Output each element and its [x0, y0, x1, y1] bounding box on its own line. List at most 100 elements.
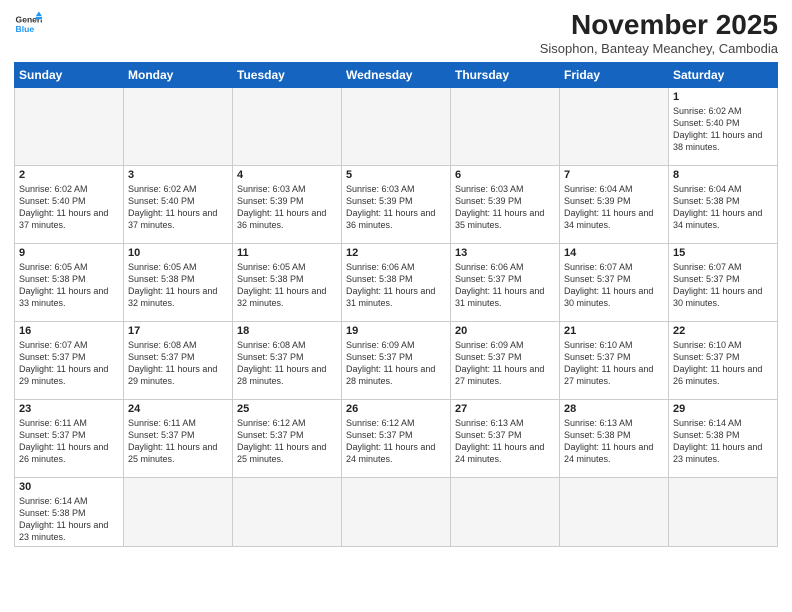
day-number: 12 — [346, 247, 446, 259]
calendar-cell: 30 Sunrise: 6:14 AM Sunset: 5:38 PM Dayli… — [15, 477, 124, 547]
calendar-cell: 3Sunrise: 6:02 AM Sunset: 5:40 PM Daylig… — [124, 165, 233, 243]
day-number: 5 — [346, 169, 446, 181]
calendar-cell: 9Sunrise: 6:05 AM Sunset: 5:38 PM Daylig… — [15, 243, 124, 321]
calendar-cell: 24Sunrise: 6:11 AM Sunset: 5:37 PM Dayli… — [124, 399, 233, 477]
day-info: Sunrise: 6:04 AM Sunset: 5:38 PM Dayligh… — [673, 183, 773, 232]
calendar-cell: 22 Sunrise: 6:10 AM Sunset: 5:37 PM Dayli… — [669, 321, 778, 399]
day-info: Sunrise: 6:05 AM Sunset: 5:38 PM Dayligh… — [128, 261, 228, 310]
calendar-cell — [451, 477, 560, 547]
calendar-cell — [560, 477, 669, 547]
svg-text:Blue: Blue — [16, 24, 35, 34]
day-info: Sunrise: 6:10 AM Sunset: 5:37 PM Dayligh… — [564, 339, 664, 388]
day-number: 1 — [673, 91, 773, 103]
subtitle: Sisophon, Banteay Meanchey, Cambodia — [540, 41, 778, 56]
day-info: Sunrise: 6:10 AM Sunset: 5:37 PM Dayligh… — [673, 339, 773, 388]
day-number: 17 — [128, 325, 228, 337]
calendar-cell: 18Sunrise: 6:08 AM Sunset: 5:37 PM Dayli… — [233, 321, 342, 399]
calendar-cell — [560, 87, 669, 165]
weekday-header-row: SundayMondayTuesdayWednesdayThursdayFrid… — [15, 62, 778, 87]
week-row-3: 9Sunrise: 6:05 AM Sunset: 5:38 PM Daylig… — [15, 243, 778, 321]
page: General Blue November 2025 Sisophon, Ban… — [0, 0, 792, 612]
day-number: 6 — [455, 169, 555, 181]
week-row-6: 30 Sunrise: 6:14 AM Sunset: 5:38 PM Dayli… — [15, 477, 778, 547]
day-info: Sunrise: 6:05 AM Sunset: 5:38 PM Dayligh… — [19, 261, 119, 310]
calendar-cell — [124, 87, 233, 165]
calendar-cell: 13 Sunrise: 6:06 AM Sunset: 5:37 PM Dayli… — [451, 243, 560, 321]
day-number: 23 — [19, 403, 119, 415]
day-info: Sunrise: 6:02 AM Sunset: 5:40 PM Dayligh… — [673, 105, 773, 154]
day-info: Sunrise: 6:07 AM Sunset: 5:37 PM Dayligh… — [19, 339, 119, 388]
logo-icon: General Blue — [14, 10, 42, 38]
calendar-cell: 26 Sunrise: 6:12 AM Sunset: 5:37 PM Dayli… — [342, 399, 451, 477]
calendar-cell: 14 Sunrise: 6:07 AM Sunset: 5:37 PM Dayli… — [560, 243, 669, 321]
calendar-cell: 8 Sunrise: 6:04 AM Sunset: 5:38 PM Daylig… — [669, 165, 778, 243]
day-info: Sunrise: 6:06 AM Sunset: 5:37 PM Dayligh… — [455, 261, 555, 310]
day-info: Sunrise: 6:03 AM Sunset: 5:39 PM Dayligh… — [455, 183, 555, 232]
calendar-cell: 21 Sunrise: 6:10 AM Sunset: 5:37 PM Dayli… — [560, 321, 669, 399]
weekday-header-saturday: Saturday — [669, 62, 778, 87]
week-row-2: 2Sunrise: 6:02 AM Sunset: 5:40 PM Daylig… — [15, 165, 778, 243]
day-number: 21 — [564, 325, 664, 337]
calendar-cell: 5Sunrise: 6:03 AM Sunset: 5:39 PM Daylig… — [342, 165, 451, 243]
day-info: Sunrise: 6:06 AM Sunset: 5:38 PM Dayligh… — [346, 261, 446, 310]
calendar-cell: 1 Sunrise: 6:02 AM Sunset: 5:40 PM Daylig… — [669, 87, 778, 165]
day-number: 25 — [237, 403, 337, 415]
day-info: Sunrise: 6:11 AM Sunset: 5:37 PM Dayligh… — [19, 417, 119, 466]
logo: General Blue — [14, 10, 42, 38]
day-info: Sunrise: 6:14 AM Sunset: 5:38 PM Dayligh… — [673, 417, 773, 466]
day-number: 7 — [564, 169, 664, 181]
day-number: 16 — [19, 325, 119, 337]
calendar-cell: 29 Sunrise: 6:14 AM Sunset: 5:38 PM Dayli… — [669, 399, 778, 477]
day-number: 13 — [455, 247, 555, 259]
day-info: Sunrise: 6:14 AM Sunset: 5:38 PM Dayligh… — [19, 495, 119, 544]
calendar-cell: 10Sunrise: 6:05 AM Sunset: 5:38 PM Dayli… — [124, 243, 233, 321]
calendar-cell: 2Sunrise: 6:02 AM Sunset: 5:40 PM Daylig… — [15, 165, 124, 243]
day-info: Sunrise: 6:04 AM Sunset: 5:39 PM Dayligh… — [564, 183, 664, 232]
calendar-cell: 28Sunrise: 6:13 AM Sunset: 5:38 PM Dayli… — [560, 399, 669, 477]
weekday-header-thursday: Thursday — [451, 62, 560, 87]
day-number: 29 — [673, 403, 773, 415]
day-number: 15 — [673, 247, 773, 259]
calendar-cell — [342, 87, 451, 165]
day-info: Sunrise: 6:12 AM Sunset: 5:37 PM Dayligh… — [346, 417, 446, 466]
day-info: Sunrise: 6:07 AM Sunset: 5:37 PM Dayligh… — [564, 261, 664, 310]
day-number: 3 — [128, 169, 228, 181]
day-number: 11 — [237, 247, 337, 259]
day-number: 18 — [237, 325, 337, 337]
weekday-header-sunday: Sunday — [15, 62, 124, 87]
weekday-header-friday: Friday — [560, 62, 669, 87]
week-row-1: 1 Sunrise: 6:02 AM Sunset: 5:40 PM Daylig… — [15, 87, 778, 165]
calendar-cell: 27 Sunrise: 6:13 AM Sunset: 5:37 PM Dayli… — [451, 399, 560, 477]
week-row-4: 16 Sunrise: 6:07 AM Sunset: 5:37 PM Dayli… — [15, 321, 778, 399]
calendar-cell — [15, 87, 124, 165]
day-info: Sunrise: 6:12 AM Sunset: 5:37 PM Dayligh… — [237, 417, 337, 466]
weekday-header-monday: Monday — [124, 62, 233, 87]
weekday-header-wednesday: Wednesday — [342, 62, 451, 87]
calendar-cell — [342, 477, 451, 547]
day-number: 8 — [673, 169, 773, 181]
day-number: 26 — [346, 403, 446, 415]
day-number: 20 — [455, 325, 555, 337]
calendar-cell: 15Sunrise: 6:07 AM Sunset: 5:37 PM Dayli… — [669, 243, 778, 321]
day-number: 30 — [19, 481, 119, 493]
day-info: Sunrise: 6:09 AM Sunset: 5:37 PM Dayligh… — [455, 339, 555, 388]
day-info: Sunrise: 6:03 AM Sunset: 5:39 PM Dayligh… — [237, 183, 337, 232]
calendar-cell: 16 Sunrise: 6:07 AM Sunset: 5:37 PM Dayli… — [15, 321, 124, 399]
calendar-cell: 17Sunrise: 6:08 AM Sunset: 5:37 PM Dayli… — [124, 321, 233, 399]
day-number: 27 — [455, 403, 555, 415]
day-info: Sunrise: 6:13 AM Sunset: 5:38 PM Dayligh… — [564, 417, 664, 466]
header: General Blue November 2025 Sisophon, Ban… — [14, 10, 778, 56]
month-title: November 2025 — [540, 10, 778, 41]
calendar-cell: 19Sunrise: 6:09 AM Sunset: 5:37 PM Dayli… — [342, 321, 451, 399]
day-info: Sunrise: 6:13 AM Sunset: 5:37 PM Dayligh… — [455, 417, 555, 466]
day-number: 14 — [564, 247, 664, 259]
title-block: November 2025 Sisophon, Banteay Meanchey… — [540, 10, 778, 56]
weekday-header-tuesday: Tuesday — [233, 62, 342, 87]
calendar-cell — [124, 477, 233, 547]
day-info: Sunrise: 6:11 AM Sunset: 5:37 PM Dayligh… — [128, 417, 228, 466]
calendar-cell — [669, 477, 778, 547]
calendar: SundayMondayTuesdayWednesdayThursdayFrid… — [14, 62, 778, 548]
day-info: Sunrise: 6:05 AM Sunset: 5:38 PM Dayligh… — [237, 261, 337, 310]
day-number: 22 — [673, 325, 773, 337]
calendar-cell: 20 Sunrise: 6:09 AM Sunset: 5:37 PM Dayli… — [451, 321, 560, 399]
